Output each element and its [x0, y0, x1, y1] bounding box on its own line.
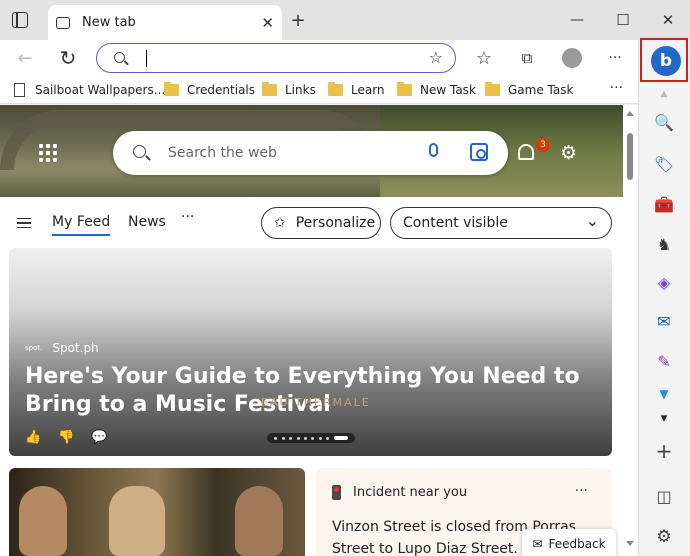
article-headline[interactable]: Here's Your Guide to Everything You Need… [25, 363, 595, 419]
incident-menu-button[interactable]: ··· [575, 483, 588, 499]
comment-icon[interactable]: 💬 [91, 430, 107, 445]
favorite-folder-learn[interactable]: Learn [328, 81, 385, 99]
tab-news[interactable]: News [128, 214, 166, 230]
new-tab-favicon-icon [56, 16, 70, 29]
feedback-icon: ✉ [532, 537, 543, 551]
thumbs-up-icon[interactable]: 👍 [25, 430, 41, 445]
visual-search-icon[interactable] [470, 143, 488, 161]
favorites-bar: Sailboat Wallpapers... Credentials Links… [0, 76, 638, 104]
new-tab-page: Search the web 3 ⚙ My Feed News ··· ✩ Pe… [0, 105, 623, 556]
image-article-card[interactable] [9, 468, 305, 556]
search-icon [114, 52, 125, 63]
tab-title: New tab [82, 15, 136, 30]
sidebar-search-icon[interactable]: 🔍 [654, 112, 674, 132]
tab-close-icon[interactable]: ✕ [261, 14, 274, 32]
chevron-down-icon: ⌄ [585, 210, 599, 230]
address-toolbar: ← ↻ ☆ ☆ ⧉ ··· [0, 40, 638, 76]
favorite-folder-new-task[interactable]: New Task [397, 81, 476, 99]
microphone-icon[interactable] [429, 143, 438, 157]
sidebar-shopping-icon[interactable]: 🏷 [654, 154, 674, 174]
folder-icon [485, 82, 500, 96]
article-actions: 👍 👎 💬 [25, 430, 108, 445]
scroll-down-arrow-icon[interactable] [626, 541, 634, 546]
web-search-box[interactable]: Search the web [113, 131, 508, 175]
refresh-button[interactable]: ↻ [56, 46, 80, 70]
tab-new-tab[interactable]: New tab ✕ [48, 5, 282, 40]
sidebar-add-button[interactable]: + [654, 439, 674, 463]
favorites-more-button[interactable]: ··· [610, 80, 623, 96]
folder-icon [397, 82, 412, 96]
content-visible-dropdown[interactable]: Content visible ⌄ [390, 207, 612, 239]
bing-highlight-box: b [640, 38, 688, 82]
search-icon [133, 145, 146, 158]
favorite-folder-links[interactable]: Links [262, 81, 316, 99]
profile-avatar[interactable] [560, 46, 584, 70]
sidebar-games-icon[interactable]: ♞ [654, 234, 674, 254]
edge-sidebar: b ▲ 🔍 🏷 🧰 ♞ ◈ ✉ ✎ ▼ ▾ + ◫ ⚙ [638, 38, 690, 556]
maximize-button[interactable]: ☐ [611, 8, 635, 32]
favorite-folder-credentials[interactable]: Credentials [164, 81, 255, 99]
feedback-button[interactable]: ✉ Feedback [522, 529, 616, 556]
sidebar-settings-icon[interactable]: ⚙ [654, 527, 674, 547]
image-watermark: EAU THERMALE [261, 396, 371, 409]
new-tab-button[interactable]: + [286, 8, 310, 32]
sparkle-icon: ✩ [274, 215, 286, 231]
sidebar-designer-icon[interactable]: ✎ [654, 351, 674, 371]
bing-chat-icon[interactable]: b [651, 46, 681, 76]
favorites-button[interactable]: ☆ [472, 46, 496, 70]
article-source: spot. Spot.ph [25, 341, 99, 355]
notification-bell-icon[interactable] [518, 144, 534, 160]
featured-article-card[interactable]: spot. Spot.ph Here's Your Guide to Every… [9, 248, 612, 456]
feed-navigation: My Feed News ··· ✩ Personalize Content v… [0, 197, 623, 247]
tab-my-feed[interactable]: My Feed [52, 214, 111, 236]
page-settings-icon[interactable]: ⚙ [560, 142, 577, 164]
scroll-up-arrow-icon[interactable] [626, 111, 634, 116]
page-scrollbar[interactable] [623, 105, 638, 556]
incident-header: Incident near you [332, 485, 467, 500]
close-button[interactable]: ✕ [656, 8, 680, 32]
personalize-button[interactable]: ✩ Personalize [261, 207, 381, 239]
thumbs-down-icon[interactable]: 👎 [58, 430, 74, 445]
sidebar-split-icon[interactable]: ◫ [654, 486, 674, 506]
browser-window: New tab ✕ + — ☐ ✕ ← ↻ ☆ ☆ ⧉ ··· Sailboat… [0, 0, 690, 556]
notification-badge: 3 [536, 138, 550, 152]
hamburger-menu-icon[interactable] [17, 218, 31, 228]
favorite-item-sailboat[interactable]: Sailboat Wallpapers... [14, 81, 165, 99]
sidebar-office-icon[interactable]: ◈ [654, 272, 674, 292]
feed-more-button[interactable]: ··· [181, 209, 194, 225]
apps-launcher-icon[interactable] [39, 144, 57, 162]
address-bar[interactable]: ☆ [96, 43, 456, 73]
collections-button[interactable]: ⧉ [515, 46, 539, 70]
add-favorite-icon[interactable]: ☆ [429, 48, 443, 67]
folder-icon [328, 82, 343, 96]
sidebar-scroll-up-icon[interactable]: ▲ [654, 84, 674, 104]
page-icon [14, 83, 25, 97]
title-bar: New tab ✕ + — ☐ ✕ [0, 0, 690, 40]
carousel-indicator[interactable] [267, 433, 355, 443]
source-logo: spot. [25, 344, 43, 352]
folder-icon [262, 82, 277, 96]
tab-actions-icon[interactable] [12, 12, 28, 28]
sidebar-more-icon[interactable]: ▾ [654, 408, 674, 428]
text-caret [146, 50, 147, 67]
sidebar-tools-icon[interactable]: 🧰 [654, 194, 674, 214]
scroll-thumb[interactable] [627, 133, 633, 180]
traffic-light-icon [332, 485, 341, 500]
sidebar-drop-icon[interactable]: ▼ [654, 384, 674, 404]
sidebar-outlook-icon[interactable]: ✉ [654, 311, 674, 331]
back-button[interactable]: ← [13, 46, 37, 70]
search-placeholder: Search the web [168, 145, 277, 161]
minimize-button[interactable]: — [565, 8, 589, 32]
settings-more-button[interactable]: ··· [603, 46, 627, 70]
folder-icon [164, 82, 179, 96]
favorite-folder-game-task[interactable]: Game Task [485, 81, 573, 99]
